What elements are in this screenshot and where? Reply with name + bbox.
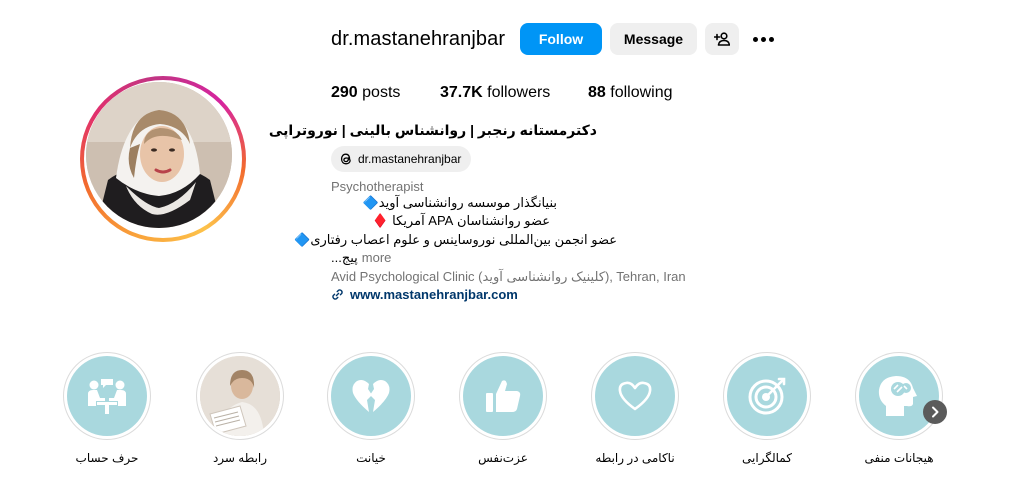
- profile-category: Psychotherapist: [331, 179, 424, 194]
- highlight-item[interactable]: [327, 352, 415, 440]
- add-person-icon: [714, 32, 730, 46]
- highlight-label: عزت‌نفس: [478, 451, 528, 465]
- highlights-next-button[interactable]: [923, 400, 947, 424]
- highlight-cover: [200, 356, 280, 436]
- highlight-cover: [463, 356, 543, 436]
- highlight-cover: [727, 356, 807, 436]
- posts-count: 290: [331, 84, 358, 101]
- followers-label: followers: [487, 84, 551, 101]
- chevron-right-icon: [932, 406, 939, 418]
- profile-address[interactable]: Avid Psychological Clinic (کلینیک روانشن…: [331, 269, 686, 285]
- heart-outline-icon: [618, 381, 652, 411]
- highlight-label: ناکامی در رابطه: [595, 451, 675, 465]
- posts-label: posts: [362, 84, 401, 101]
- threads-handle: dr.mastanehranjbar: [358, 152, 462, 166]
- bio-line-3: عضو انجمن بین‌المللی نوروساینس و علوم اع…: [294, 232, 617, 247]
- profile-username: dr.mastanehranjbar: [331, 28, 506, 50]
- website-link[interactable]: www.mastanehranjbar.com: [331, 287, 518, 302]
- profile-full-name: دکترمستانه رنجبر | روانشناس بالینی | نور…: [268, 122, 597, 138]
- website-url: www.mastanehranjbar.com: [350, 287, 518, 302]
- link-icon: [332, 289, 343, 300]
- profile-avatar-ring[interactable]: [80, 76, 246, 242]
- highlight-item[interactable]: [855, 352, 943, 440]
- bio-line-1: بنیانگذار موسسه روانشناسی آوید🔷: [362, 195, 557, 210]
- highlight-item[interactable]: [459, 352, 547, 440]
- message-button[interactable]: Message: [610, 23, 697, 55]
- profile-avatar[interactable]: [86, 82, 232, 228]
- following-link[interactable]: 88 following: [588, 84, 673, 102]
- highlight-cover: [331, 356, 411, 436]
- highlight-label: رابطه سرد: [212, 451, 268, 465]
- people-talking-icon: [88, 379, 126, 414]
- bio-truncated-text: ...پیج: [331, 250, 358, 265]
- broken-heart-icon: [352, 380, 390, 412]
- threads-badge[interactable]: dr.mastanehranjbar: [331, 146, 472, 172]
- highlight-item[interactable]: [591, 352, 679, 440]
- highlight-label: هیجانات منفی: [864, 451, 934, 465]
- bio-more-link[interactable]: more: [362, 250, 392, 266]
- head-brain-icon: [878, 376, 917, 416]
- highlight-cover: [859, 356, 939, 436]
- target-icon: [748, 377, 786, 415]
- highlight-item[interactable]: [723, 352, 811, 440]
- more-options-icon[interactable]: [750, 28, 776, 50]
- highlight-item[interactable]: [196, 352, 284, 440]
- highlight-item[interactable]: [63, 352, 151, 440]
- bio-truncated-line: ...پیج more: [331, 250, 391, 266]
- threads-icon: [340, 153, 351, 165]
- followers-link[interactable]: 37.7K followers: [440, 84, 550, 102]
- following-count: 88: [588, 84, 606, 101]
- highlight-photo: [200, 356, 280, 436]
- highlight-label: کمالگرایی: [742, 451, 792, 465]
- highlight-cover: [595, 356, 675, 436]
- highlight-label: خیانت: [356, 451, 386, 465]
- suggest-users-button[interactable]: [705, 23, 739, 55]
- followers-count: 37.7K: [440, 84, 483, 101]
- thumbs-up-icon: [486, 380, 521, 412]
- bio-line-2: عضو روانشناسان APA آمریکا ♦️: [372, 213, 550, 228]
- follow-button[interactable]: Follow: [520, 23, 602, 55]
- posts-count-stat: 290 posts: [331, 84, 400, 102]
- following-label: following: [610, 84, 673, 101]
- avatar-portrait: [86, 82, 232, 228]
- highlight-label: حرف حساب: [75, 451, 139, 465]
- highlight-cover: [67, 356, 147, 436]
